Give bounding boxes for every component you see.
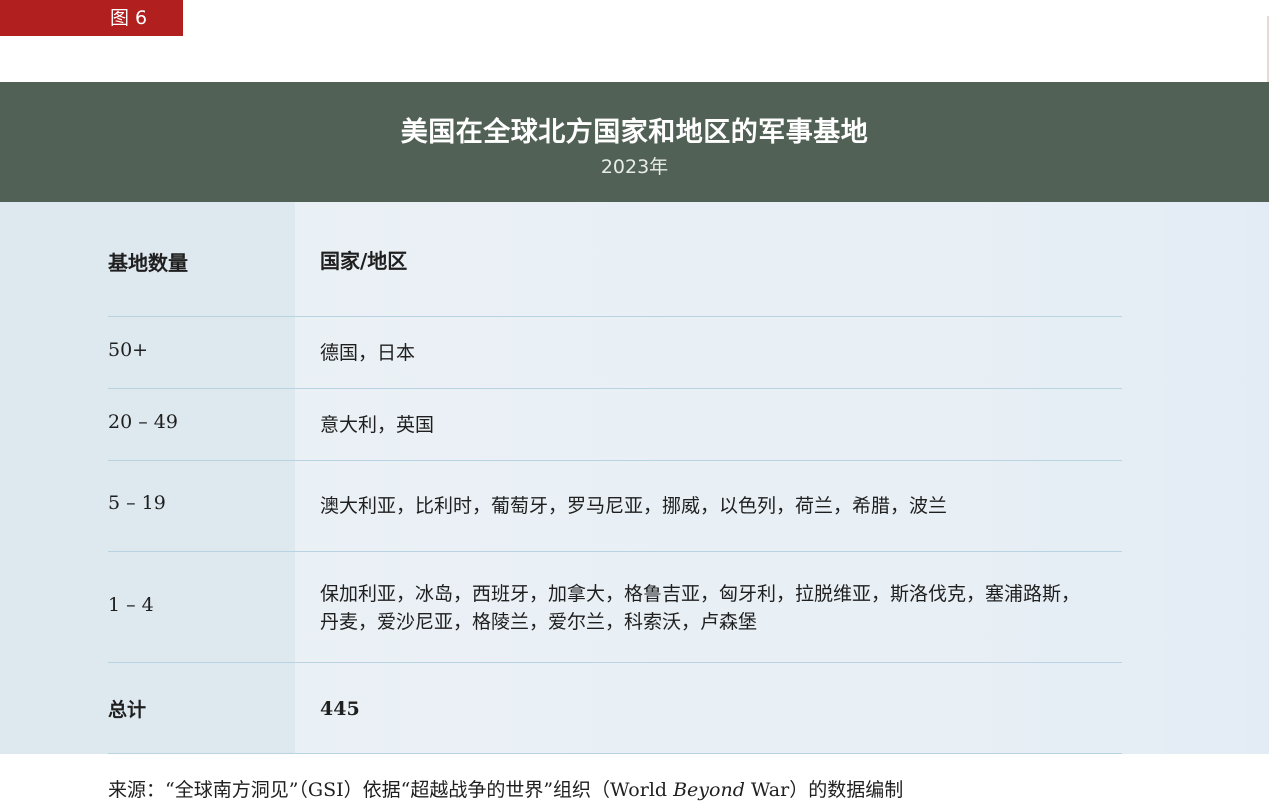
figure-tag: 图 6 (0, 0, 183, 36)
total-label: 总计 (108, 699, 147, 721)
table-panel: 基地数量 国家/地区 50+ 德国，日本 20 – 49 意大利，英国 5 – … (0, 202, 1269, 754)
header-band: 美国在全球北方国家和地区的军事基地 2023年 (0, 82, 1269, 202)
table-header-row: 基地数量 国家/地区 (108, 202, 1122, 317)
source-italic: Beyond (673, 779, 745, 801)
bases-table: 基地数量 国家/地区 50+ 德国，日本 20 – 49 意大利，英国 5 – … (108, 202, 1122, 754)
source-note: 来源：“全球南方洞见”（GSI）依据“超越战争的世界”组织（World Beyo… (108, 775, 903, 802)
base-count-cell: 50+ (108, 339, 149, 361)
countries-cell: 澳大利亚，比利时，葡萄牙，罗马尼亚，挪威，以色列，荷兰，希腊，波兰 (320, 495, 948, 517)
column-header-count: 基地数量 (108, 251, 188, 275)
countries-line: 保加利亚，冰岛，西班牙，加拿大，格鲁吉亚，匈牙利，拉脱维亚，斯洛伐克，塞浦路斯， (320, 583, 1081, 605)
total-value: 445 (320, 698, 360, 720)
page-title: 美国在全球北方国家和地区的军事基地 (400, 117, 869, 148)
countries-line: 丹麦，爱沙尼亚，格陵兰，爱尔兰，科索沃，卢森堡 (320, 611, 758, 633)
column-header-countries: 国家/地区 (320, 249, 408, 273)
base-count-cell: 5 – 19 (108, 492, 166, 514)
table-row: 5 – 19 澳大利亚，比利时，葡萄牙，罗马尼亚，挪威，以色列，荷兰，希腊，波兰 (108, 461, 1122, 552)
base-count-cell: 20 – 49 (108, 411, 178, 433)
table-row: 50+ 德国，日本 (108, 317, 1122, 389)
source-prefix: 来源：“全球南方洞见”（GSI）依据“超越战争的世界”组织（World (108, 779, 674, 801)
table-row: 1 – 4 保加利亚，冰岛，西班牙，加拿大，格鲁吉亚，匈牙利，拉脱维亚，斯洛伐克… (108, 552, 1122, 663)
source-suffix: War）的数据编制 (744, 779, 904, 801)
countries-cell: 意大利，英国 (320, 414, 435, 436)
table-row: 20 – 49 意大利，英国 (108, 389, 1122, 461)
table-total-row: 总计 445 (108, 663, 1122, 754)
countries-cell: 德国，日本 (320, 342, 416, 364)
page-subtitle: 2023年 (600, 156, 669, 178)
base-count-cell: 1 – 4 (108, 594, 154, 616)
countries-cell: 保加利亚，冰岛，西班牙，加拿大，格鲁吉亚，匈牙利，拉脱维亚，斯洛伐克，塞浦路斯，… (320, 580, 1110, 636)
